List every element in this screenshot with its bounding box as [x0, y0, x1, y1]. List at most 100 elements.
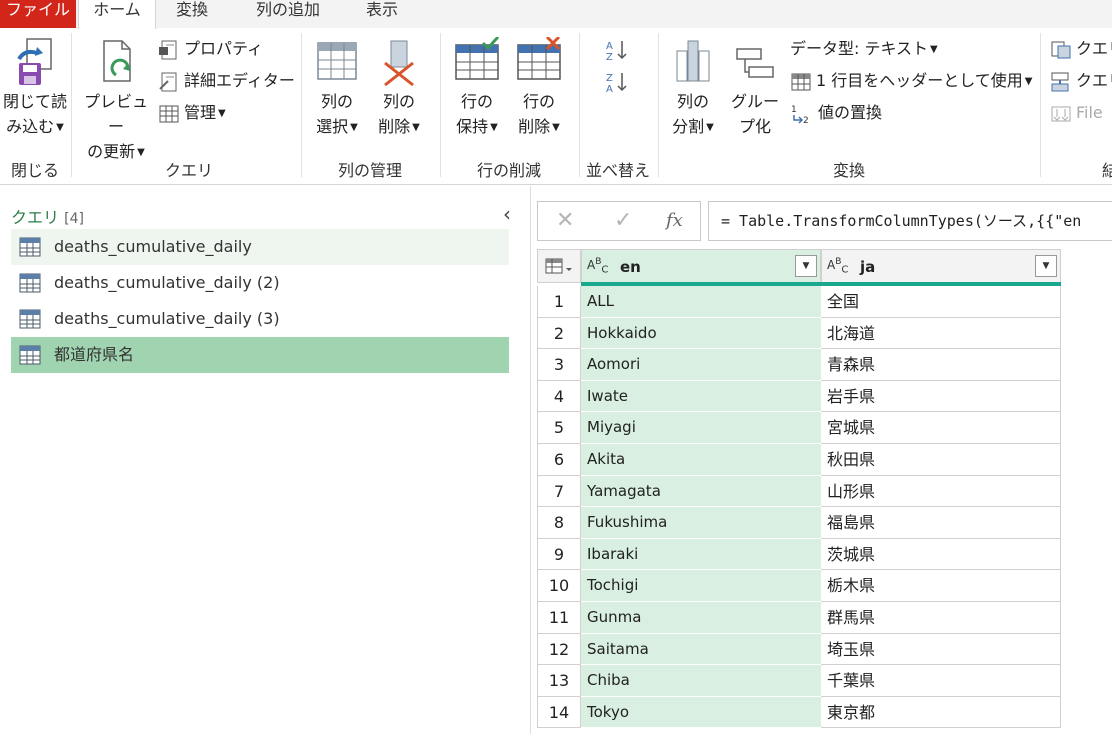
text-type-icon[interactable]: ABC	[587, 257, 608, 275]
cell-ja[interactable]: 青森県	[821, 349, 1061, 381]
cell-ja[interactable]: 栃木県	[821, 570, 1061, 602]
row-number[interactable]: 5	[537, 412, 581, 444]
row-number[interactable]: 13	[537, 665, 581, 697]
confirm-formula-icon[interactable]: ✓	[614, 208, 632, 233]
combine-files-button[interactable]: File	[1050, 101, 1103, 125]
cell-en[interactable]: Tochigi	[581, 570, 821, 602]
cell-en[interactable]: Saitama	[581, 633, 821, 666]
refresh-preview-button[interactable]: プレビュー の更新 ▼	[78, 37, 154, 165]
table-row: 1 ALL 全国	[537, 286, 1061, 318]
sort-descending-button[interactable]: ZA	[604, 69, 632, 95]
data-type-dropdown[interactable]: データ型: テキスト ▼	[790, 37, 938, 61]
cell-ja[interactable]: 全国	[821, 286, 1061, 318]
row-number[interactable]: 6	[537, 444, 581, 476]
column-filter-dropdown-icon[interactable]: ▼	[1035, 255, 1057, 277]
row-number[interactable]: 1	[537, 286, 581, 318]
row-number[interactable]: 8	[537, 507, 581, 539]
table-menu-corner[interactable]	[537, 249, 581, 283]
cell-ja[interactable]: 茨城県	[821, 538, 1061, 571]
row-number[interactable]: 9	[537, 538, 581, 571]
column-header-ja[interactable]: ABC ja ▼	[821, 249, 1061, 283]
query-item[interactable]: deaths_cumulative_daily	[11, 229, 509, 265]
dropdown-caret-icon: ▼	[412, 122, 420, 133]
row-number[interactable]: 11	[537, 602, 581, 634]
dropdown-caret-icon: ▼	[490, 122, 498, 133]
cell-ja[interactable]: 北海道	[821, 317, 1061, 350]
row-number[interactable]: 10	[537, 570, 581, 602]
cell-ja[interactable]: 岩手県	[821, 380, 1061, 413]
tab-add-column[interactable]: 列の追加	[252, 0, 324, 28]
cell-ja[interactable]: 宮城県	[821, 412, 1061, 444]
cell-en[interactable]: Tokyo	[581, 696, 821, 729]
cell-en[interactable]: Iwate	[581, 380, 821, 413]
cell-ja[interactable]: 福島県	[821, 507, 1061, 539]
cancel-formula-icon[interactable]: ✕	[556, 208, 574, 233]
tab-view[interactable]: 表示	[362, 0, 402, 28]
row-number[interactable]: 3	[537, 349, 581, 381]
fx-icon[interactable]: fx	[666, 210, 683, 231]
cell-en[interactable]: Akita	[581, 444, 821, 476]
cell-ja[interactable]: 東京都	[821, 696, 1061, 729]
row-number[interactable]: 12	[537, 633, 581, 666]
query-item[interactable]: deaths_cumulative_daily (3)	[11, 301, 509, 337]
tab-home[interactable]: ホーム	[78, 0, 156, 30]
collapse-pane-chevron-icon[interactable]: ‹	[503, 202, 511, 226]
table-icon	[19, 273, 41, 293]
properties-button[interactable]: プロパティ	[158, 37, 263, 61]
cell-ja[interactable]: 千葉県	[821, 665, 1061, 697]
row-number[interactable]: 4	[537, 380, 581, 413]
query-item[interactable]: deaths_cumulative_daily (2)	[11, 265, 509, 301]
cell-en[interactable]: Gunma	[581, 602, 821, 634]
manage-button[interactable]: 管理 ▼	[158, 101, 226, 125]
combine-query-button-1[interactable]: クエリ	[1050, 37, 1112, 61]
cell-en[interactable]: Miyagi	[581, 412, 821, 444]
combine-query-button-2[interactable]: クエリ	[1050, 69, 1112, 93]
cell-ja[interactable]: 埼玉県	[821, 633, 1061, 666]
cell-ja[interactable]: 群馬県	[821, 602, 1061, 634]
cell-ja[interactable]: 秋田県	[821, 444, 1061, 476]
group-label-close: 閉じる	[10, 161, 59, 180]
remove-rows-button[interactable]: 行の 削除 ▼	[510, 37, 568, 140]
queries-count: [4]	[64, 211, 84, 227]
table-row: 14 Tokyo 東京都	[537, 696, 1061, 729]
row-number[interactable]: 14	[537, 696, 581, 729]
sort-ascending-button[interactable]: AZ	[604, 37, 632, 63]
group-label-transform: 変換	[832, 161, 865, 180]
column-filter-dropdown-icon[interactable]: ▼	[795, 255, 817, 277]
choose-columns-button[interactable]: 列の 選択 ▼	[306, 37, 368, 140]
close-and-load-button[interactable]: 閉じて読 み込む ▼	[2, 37, 68, 140]
remove-columns-button[interactable]: 列の 削除 ▼	[370, 37, 428, 140]
pane-divider[interactable]	[530, 186, 531, 734]
tab-file[interactable]: ファイル	[0, 0, 76, 28]
column-header-en[interactable]: ABC en ▼	[581, 249, 821, 283]
group-label-combine: 結	[1101, 161, 1112, 180]
split-column-button[interactable]: 列の 分割 ▼	[664, 37, 722, 140]
replace-values-button[interactable]: 1 2 値の置換	[790, 101, 882, 126]
cell-en[interactable]: Yamagata	[581, 475, 821, 508]
advanced-editor-button[interactable]: 詳細エディター	[158, 69, 295, 93]
keep-rows-icon	[455, 37, 500, 80]
cell-en[interactable]: ALL	[581, 286, 821, 318]
svg-text:Z: Z	[606, 73, 613, 84]
row-number[interactable]: 7	[537, 475, 581, 508]
sort-descending-icon: ZA	[606, 72, 627, 95]
cell-en[interactable]: Fukushima	[581, 507, 821, 539]
cell-en[interactable]: Aomori	[581, 349, 821, 381]
cell-en[interactable]: Ibaraki	[581, 538, 821, 571]
cell-en[interactable]: Chiba	[581, 665, 821, 697]
append-queries-icon	[1051, 72, 1069, 91]
cell-ja[interactable]: 山形県	[821, 475, 1061, 508]
dropdown-caret-icon: ▼	[930, 43, 938, 55]
refresh-preview-label-1: プレビュー	[83, 92, 148, 136]
text-type-icon[interactable]: ABC	[827, 257, 848, 275]
column-header-label: en	[620, 258, 641, 276]
formula-input[interactable]: = Table.TransformColumnTypes(ソース,{{"en	[708, 201, 1112, 241]
use-first-row-as-headers-button[interactable]: 1 行目をヘッダーとして使用 ▼	[790, 69, 1033, 93]
cell-en[interactable]: Hokkaido	[581, 317, 821, 350]
group-by-button[interactable]: グルー プ化	[726, 37, 784, 139]
row-number[interactable]: 2	[537, 317, 581, 350]
keep-rows-button[interactable]: 行の 保持 ▼	[448, 37, 506, 140]
query-item-selected[interactable]: 都道府県名	[11, 337, 509, 373]
table-header-icon	[791, 73, 811, 90]
tab-transform[interactable]: 変換	[172, 0, 212, 28]
